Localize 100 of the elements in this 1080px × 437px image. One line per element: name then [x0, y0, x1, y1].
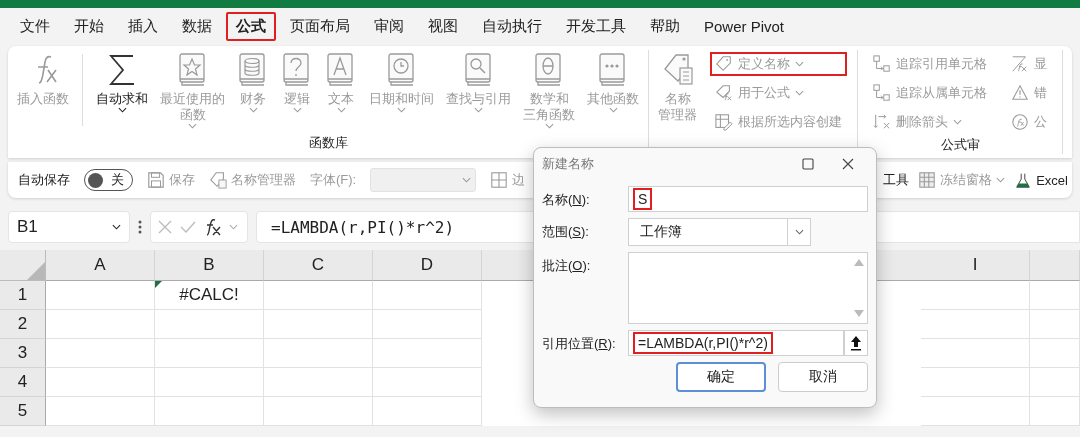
table-cell[interactable]	[373, 281, 482, 310]
ribbon-tab[interactable]: 页面布局	[280, 11, 360, 41]
table-cell[interactable]	[264, 368, 373, 397]
ribbon-tab[interactable]: 开始	[64, 11, 114, 41]
field-label: 引用位置(R):	[542, 335, 617, 353]
tag-icon	[715, 55, 733, 73]
ribbon-tab[interactable]: 开发工具	[556, 11, 636, 41]
caret-icon	[248, 107, 258, 113]
warning-icon	[1011, 84, 1029, 102]
column-header[interactable]: B	[155, 250, 264, 281]
beaker-icon	[1014, 171, 1033, 189]
upload-arrow-icon	[850, 335, 862, 351]
scroll-up-icon[interactable]	[854, 259, 864, 266]
comment-field[interactable]	[628, 252, 868, 324]
cancel-icon[interactable]	[157, 219, 173, 235]
dialog-button[interactable]: 取消	[778, 362, 868, 392]
ribbon-tab[interactable]: 插入	[118, 11, 168, 41]
table-cell[interactable]	[1030, 368, 1080, 397]
table-cell[interactable]: #CALC!	[155, 281, 264, 310]
ribbon-tab[interactable]: 视图	[418, 11, 468, 41]
caret-icon	[112, 224, 121, 230]
table-pencil-icon	[715, 113, 733, 131]
caret-icon	[229, 224, 238, 230]
trace-arrow-icon	[873, 84, 891, 102]
table-cell[interactable]	[921, 339, 1030, 368]
table-cell[interactable]	[921, 397, 1030, 426]
toolbar-button[interactable]: 工具	[883, 171, 910, 189]
close-icon[interactable]	[842, 158, 854, 170]
table-cell[interactable]	[921, 310, 1030, 339]
ribbon-tab[interactable]: 自动执行	[472, 11, 552, 41]
scroll-down-icon[interactable]	[854, 310, 864, 317]
scope-dropdown[interactable]: 工作簿	[628, 218, 811, 246]
ribbon-tab[interactable]: Power Pivot	[694, 12, 795, 40]
column-header[interactable]	[1030, 250, 1080, 281]
table-cell[interactable]	[264, 281, 373, 310]
font-dropdown[interactable]	[370, 168, 477, 192]
table-cell[interactable]	[264, 339, 373, 368]
row-header[interactable]: 2	[0, 310, 46, 339]
field-label: 范围(S):	[542, 223, 590, 241]
row-header[interactable]: 4	[0, 368, 46, 397]
column-header[interactable]: C	[264, 250, 373, 281]
more-options-icon	[138, 220, 142, 234]
caret-icon	[397, 107, 406, 113]
table-cell[interactable]	[921, 281, 1030, 310]
table-cell[interactable]	[264, 397, 373, 426]
check-icon[interactable]	[179, 219, 197, 235]
table-cell[interactable]	[155, 397, 264, 426]
table-cell[interactable]	[46, 339, 155, 368]
caret-icon	[544, 123, 554, 129]
row-header[interactable]: 3	[0, 339, 46, 368]
field-label: 名称(N):	[542, 191, 591, 209]
column-header[interactable]: A	[46, 250, 155, 281]
row-header[interactable]: 5	[0, 397, 46, 426]
table-cell[interactable]	[46, 397, 155, 426]
group-label: 公式审	[939, 136, 981, 154]
caret-icon	[292, 107, 302, 113]
name-box[interactable]: B1	[8, 211, 130, 243]
table-cell[interactable]	[46, 310, 155, 339]
table-cell[interactable]	[155, 368, 264, 397]
table-cell[interactable]	[921, 368, 1030, 397]
ribbon-tab[interactable]: 数据	[172, 11, 222, 41]
caret-icon	[462, 177, 472, 183]
table-cell[interactable]	[373, 339, 482, 368]
table-cell[interactable]	[264, 310, 373, 339]
caret-icon	[953, 119, 962, 125]
table-cell[interactable]	[46, 281, 155, 310]
autosave-label: 自动保存	[18, 171, 70, 189]
trace-arrow-icon	[873, 55, 891, 73]
autosave-toggle[interactable]: 关	[84, 169, 133, 191]
table-cell[interactable]	[373, 368, 482, 397]
table-cell[interactable]	[1030, 397, 1080, 426]
row-header[interactable]: 1	[0, 281, 46, 310]
ribbon-tab[interactable]: 文件	[10, 11, 60, 41]
table-cell[interactable]	[1030, 339, 1080, 368]
table-cell[interactable]	[155, 310, 264, 339]
collapse-dialog-button[interactable]	[844, 330, 868, 356]
ribbon-button[interactable]: 自动求和	[91, 50, 153, 115]
ribbon-tab[interactable]: 公式	[226, 11, 276, 41]
column-header[interactable]: I	[921, 250, 1030, 281]
tag-function-icon	[715, 84, 733, 102]
column-header[interactable]: D	[373, 250, 482, 281]
table-cell[interactable]	[155, 339, 264, 368]
table-cell[interactable]	[373, 397, 482, 426]
function-icon	[1011, 55, 1029, 73]
dialog-button[interactable]: 确定	[676, 362, 766, 392]
table-cell[interactable]	[46, 368, 155, 397]
freeze-panes-icon	[918, 171, 937, 189]
table-cell[interactable]	[373, 310, 482, 339]
table-cell[interactable]	[1030, 310, 1080, 339]
table-cell[interactable]	[1030, 281, 1080, 310]
ribbon-tab[interactable]: 审阅	[364, 11, 414, 41]
toolbar-button[interactable]: Excel	[1014, 171, 1068, 189]
reference-field[interactable]: =LAMBDA(r,PI()*r^2)	[628, 330, 844, 356]
caret-icon	[336, 107, 346, 113]
maximize-icon[interactable]	[802, 158, 814, 170]
caret-icon	[795, 90, 804, 96]
name-field[interactable]: S	[628, 186, 868, 212]
font-label: 字体(F):	[310, 171, 357, 189]
ribbon-tab[interactable]: 帮助	[640, 11, 690, 41]
function-circle-icon	[1011, 113, 1029, 131]
